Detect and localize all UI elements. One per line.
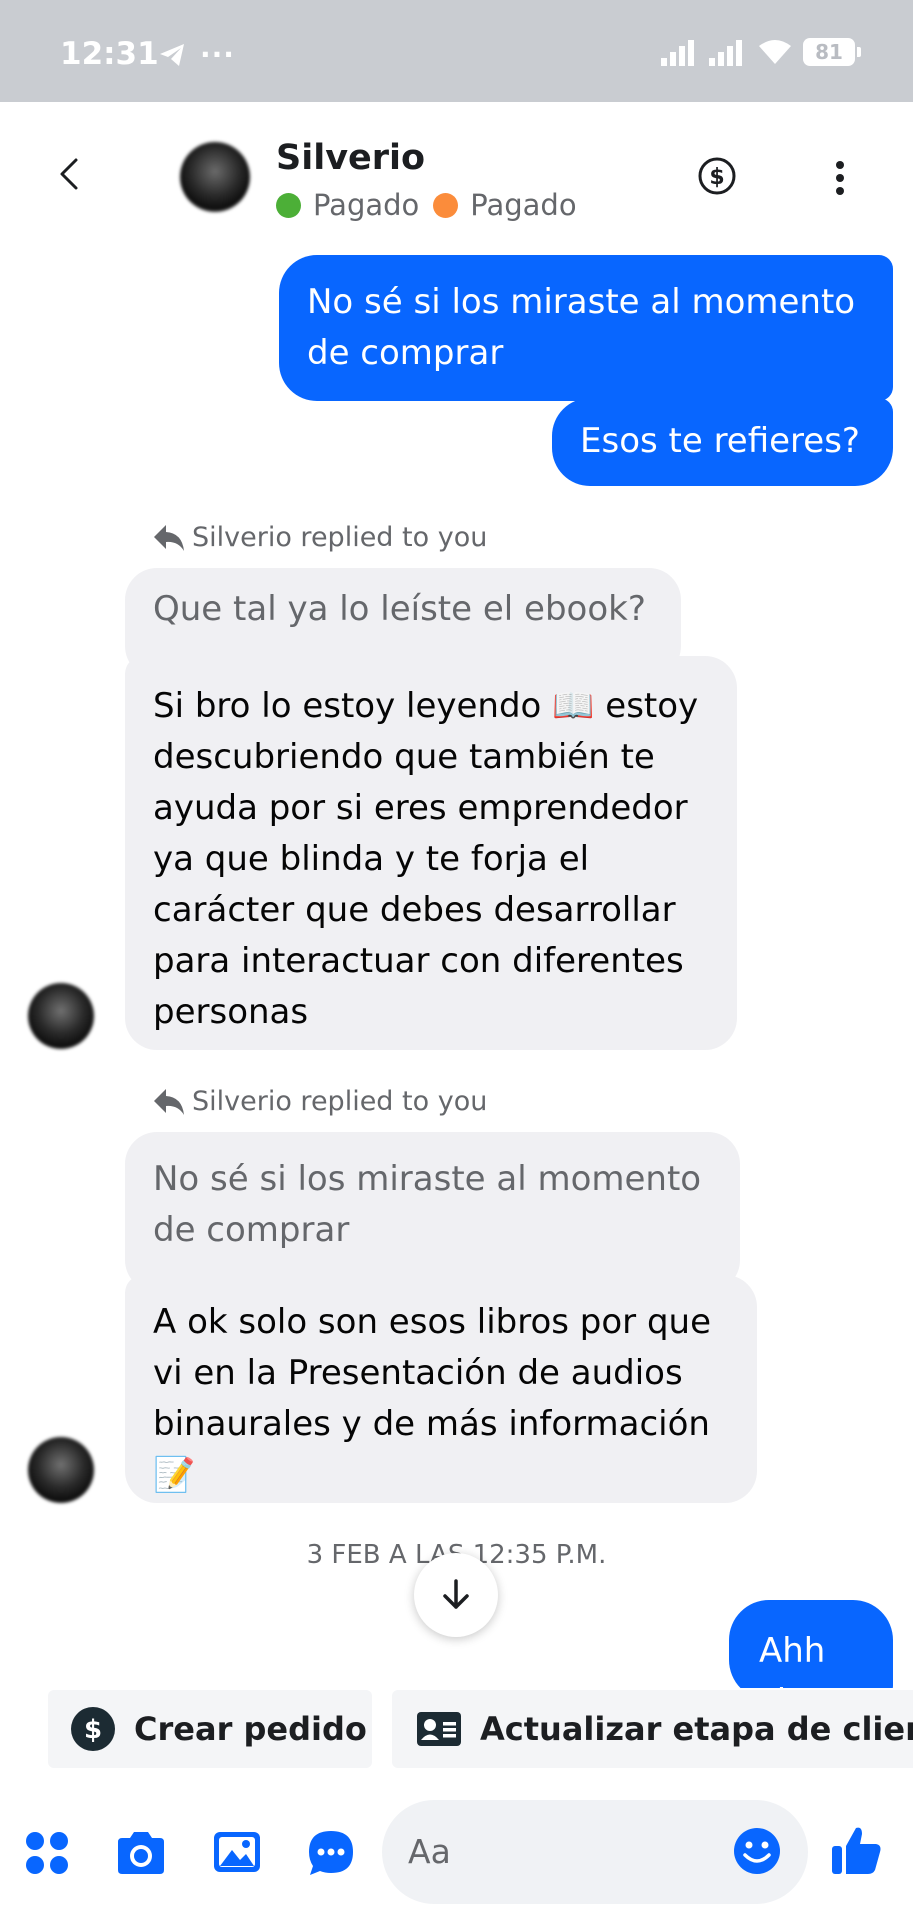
signal-icon [661,40,694,66]
message-text: Si bro lo estoy leyendo 📖 estoy descubri… [153,686,699,1032]
reply-indicator-text: Silverio replied to you [192,1086,488,1117]
camera-button[interactable] [114,1830,168,1876]
telegram-icon [160,43,184,66]
back-button[interactable] [50,154,90,194]
gallery-button[interactable] [212,1828,262,1876]
reply-indicator: Silverio replied to you [152,522,487,553]
gallery-icon [214,1832,260,1872]
quoted-text: No sé si los miraste al momento de compr… [153,1159,702,1250]
camera-icon [118,1832,164,1874]
incoming-message[interactable]: Si bro lo estoy leyendo 📖 estoy descubri… [125,656,737,1050]
status-left-icons: ··· [158,38,235,71]
thumbs-up-icon [832,1827,881,1874]
outgoing-message[interactable]: Esos te refieres? [552,398,893,486]
incoming-message[interactable]: A ok solo son esos libros por que vi en … [125,1275,757,1503]
label-dot-orange [433,192,459,218]
dollar-icon: $ [698,157,736,195]
message-input[interactable]: Aa [382,1800,808,1904]
outgoing-message[interactable]: Ahh si [729,1600,893,1722]
message-text: A ok solo son esos libros por que vi en … [153,1302,712,1495]
chip-label: Crear pedido [134,1710,367,1748]
message-text: No sé si los miraste al momento de compr… [307,282,856,373]
contact-labels: Pagado Pagado [276,188,577,222]
label-text: Pagado [470,188,577,222]
status-dots: ··· [200,38,235,71]
contact-avatar[interactable] [180,142,250,212]
emoji-icon [734,1828,780,1874]
conversation-header: Silverio Pagado Pagado $ [0,102,913,242]
chat-bubble-icon [309,1831,353,1875]
dollar-circle-icon: $ [70,1706,116,1752]
contact-name[interactable]: Silverio [276,138,425,178]
contact-card-icon [416,1711,462,1747]
emoji-button[interactable] [732,1826,782,1880]
apps-button[interactable] [24,1830,70,1876]
create-order-button[interactable]: $ Crear pedido [48,1690,372,1768]
like-button[interactable] [828,1822,884,1878]
svg-text:$: $ [709,165,724,190]
signal-icon [709,40,742,66]
status-bar: 12:31 ··· 81 [0,0,913,102]
reply-indicator-text: Silverio replied to you [192,522,488,553]
label-dot-green [276,192,301,218]
message-input-placeholder: Aa [408,1832,451,1871]
chat-button[interactable] [306,1828,356,1878]
outgoing-message[interactable]: No sé si los miraste al momento de compr… [279,255,893,401]
status-time: 12:31 [60,36,159,72]
reply-icon [154,1088,184,1115]
chip-label: Actualizar etapa de cliente [480,1710,913,1748]
arrow-down-icon [443,1579,469,1609]
reply-indicator: Silverio replied to you [152,1086,487,1117]
update-customer-stage-button[interactable]: Actualizar etapa de cliente [392,1690,913,1768]
wifi-icon [759,40,791,64]
quoted-message[interactable]: No sé si los miraste al momento de compr… [125,1132,740,1292]
scroll-to-bottom-button[interactable] [414,1553,498,1637]
more-icon [836,161,844,195]
reply-icon [154,524,184,551]
message-text: Esos te refieres? [580,421,860,461]
sender-avatar[interactable] [28,983,94,1049]
battery-icon: 81 [803,38,861,66]
more-options-button[interactable] [822,158,858,198]
quick-actions-bar: $ Crear pedido Actualizar etapa de clien… [0,1688,913,1774]
payment-button[interactable]: $ [697,156,737,196]
label-text: Pagado [313,188,420,222]
apps-icon [26,1832,68,1874]
quoted-text: Que tal ya lo leíste el ebook? [153,589,646,629]
message-composer: Aa [0,1780,913,1920]
svg-text:$: $ [84,1715,102,1745]
sender-avatar[interactable] [28,1437,94,1503]
status-right-icons: 81 [661,38,861,66]
back-icon [60,158,78,190]
